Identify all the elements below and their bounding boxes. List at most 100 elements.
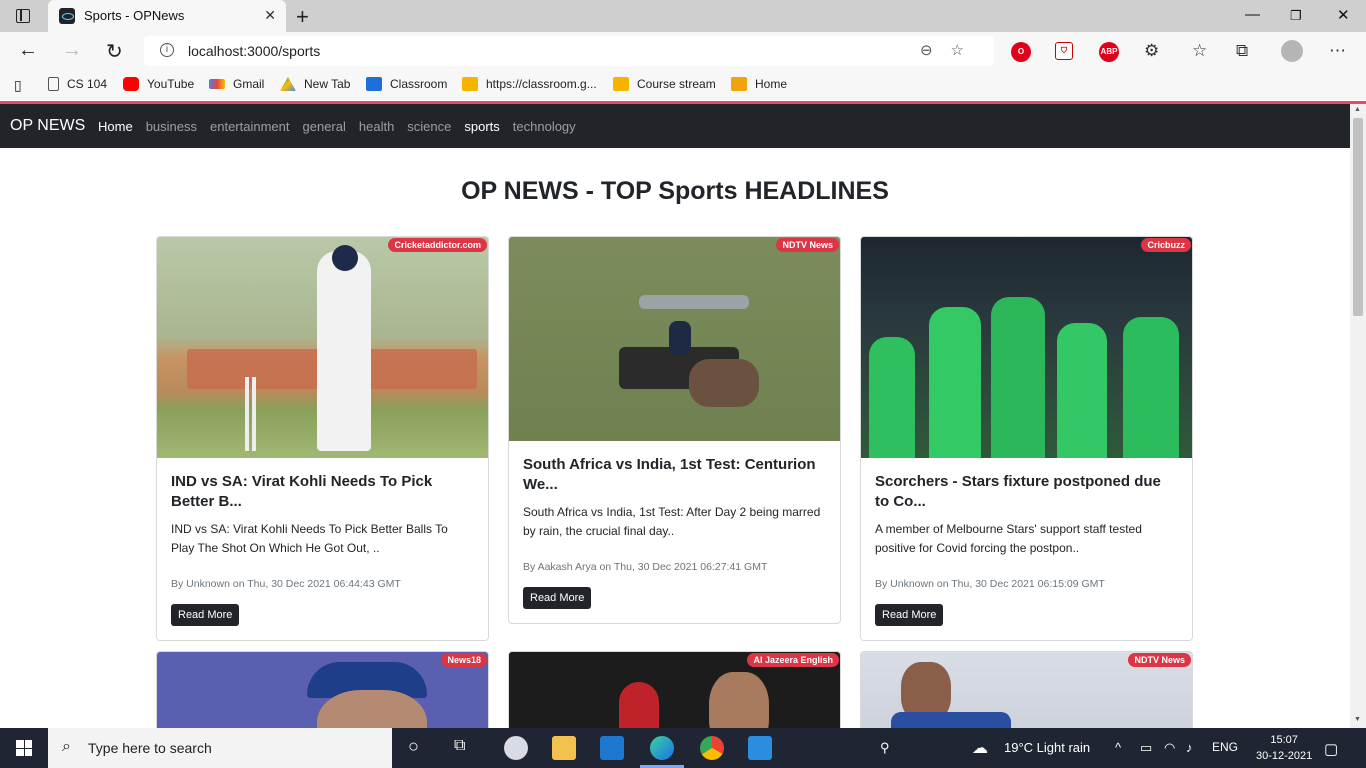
- shield-extension-icon[interactable]: ⛉: [1055, 42, 1073, 60]
- minimize-icon[interactable]: —: [1245, 6, 1260, 23]
- bookmark-newtab[interactable]: New Tab: [280, 77, 350, 91]
- cortana-icon[interactable]: ○: [408, 736, 419, 757]
- news-card: Al Jazeera English: [508, 651, 841, 728]
- page-scrollbar[interactable]: ▲ ▼: [1350, 104, 1366, 728]
- weather-icon[interactable]: ☁: [972, 738, 988, 758]
- forward-icon[interactable]: →: [62, 39, 82, 62]
- profile-avatar[interactable]: [1281, 40, 1303, 62]
- file-explorer-icon[interactable]: [552, 736, 576, 760]
- nav-entertainment[interactable]: entertainment: [210, 119, 290, 134]
- refresh-icon[interactable]: ↻: [106, 39, 123, 64]
- article-meta: By Unknown on Thu, 30 Dec 2021 06:15:09 …: [875, 578, 1105, 590]
- wifi-icon[interactable]: ◠: [1164, 740, 1175, 756]
- windows-taskbar: ⌕ Type here to search ○ ⧉ ⚲ ☁ 19°C Light…: [0, 728, 1366, 768]
- classroom-icon: [366, 77, 382, 91]
- adblock-extension-icon[interactable]: ABP: [1099, 42, 1119, 62]
- read-more-button[interactable]: Read More: [875, 604, 944, 626]
- tab-actions-icon[interactable]: [16, 9, 30, 23]
- site-navbar: OP NEWS Home business entertainment gene…: [0, 104, 1350, 148]
- card-body: Scorchers - Stars fixture postponed due …: [861, 458, 1192, 640]
- browser-tab[interactable]: Sports - OPNews ✕: [48, 0, 286, 32]
- edge-browser-icon[interactable]: [650, 736, 674, 760]
- article-image: Al Jazeera English: [509, 652, 840, 728]
- nav-business[interactable]: business: [146, 119, 197, 134]
- task-view-icon[interactable]: ⧉: [454, 737, 465, 755]
- collections-icon[interactable]: ⧉: [1236, 41, 1248, 61]
- restore-icon[interactable]: ❐: [1290, 8, 1302, 24]
- more-menu-icon[interactable]: ⋯: [1329, 41, 1346, 61]
- player-shape: [1057, 323, 1107, 458]
- back-icon[interactable]: ←: [18, 39, 38, 62]
- url-text[interactable]: localhost:3000/sports: [188, 43, 320, 59]
- nav-sports[interactable]: sports: [464, 119, 499, 134]
- page-title: OP NEWS - TOP Sports HEADLINES: [461, 177, 889, 205]
- read-more-button[interactable]: Read More: [171, 604, 240, 626]
- language-indicator[interactable]: ENG: [1212, 740, 1238, 754]
- notifications-icon[interactable]: ▢: [1324, 740, 1338, 758]
- volume-icon[interactable]: ♪: [1186, 740, 1193, 755]
- extensions-icon[interactable]: ⚙: [1144, 41, 1159, 61]
- article-description: South Africa vs India, 1st Test: After D…: [523, 505, 821, 538]
- nav-home[interactable]: Home: [98, 119, 133, 134]
- mail-icon[interactable]: [600, 736, 624, 760]
- bookmark-course-stream[interactable]: Course stream: [613, 77, 716, 91]
- page-viewport: OP NEWS Home business entertainment gene…: [0, 104, 1350, 728]
- reading-list-icon[interactable]: ▯: [14, 77, 22, 94]
- bookmark-youtube[interactable]: YouTube: [123, 77, 194, 91]
- zoom-and-favorite-icons[interactable]: ⊖☆: [920, 41, 982, 59]
- tab-bar: Sports - OPNews ✕ + — ❐ ✕: [0, 0, 1366, 32]
- people-icon[interactable]: ⚲: [880, 740, 890, 756]
- nav-technology[interactable]: technology: [513, 119, 576, 134]
- window-close-icon[interactable]: ✕: [1337, 6, 1350, 24]
- bookmark-classroom[interactable]: Classroom: [366, 77, 447, 91]
- weather-text[interactable]: 19°C Light rain: [1004, 740, 1090, 755]
- news-card: Cricbuzz Scorchers - Stars fixture postp…: [860, 236, 1193, 641]
- address-toolbar: ← → ↻ i localhost:3000/sports ⊖☆: [0, 32, 1366, 70]
- taskbar-search[interactable]: ⌕ Type here to search: [48, 728, 392, 768]
- site-info-icon[interactable]: i: [160, 43, 174, 57]
- opera-extension-icon[interactable]: O: [1011, 42, 1031, 62]
- vscode-icon[interactable]: [748, 736, 772, 760]
- bookmark-classroom-url[interactable]: https://classroom.g...: [462, 77, 597, 91]
- article-meta: By Aakash Arya on Thu, 30 Dec 2021 06:27…: [523, 561, 768, 573]
- driver-shape: [669, 321, 691, 355]
- paint-app-icon[interactable]: [504, 736, 528, 760]
- article-image: Cricbuzz: [861, 237, 1192, 458]
- news-card: NDTV News South Africa vs India, 1st Tes…: [508, 236, 841, 624]
- search-icon: ⌕: [62, 738, 71, 755]
- bookmark-home[interactable]: Home: [731, 77, 787, 91]
- tray-expand-icon[interactable]: ^: [1115, 740, 1121, 755]
- close-tab-icon[interactable]: ✕: [264, 7, 276, 24]
- scroll-up-icon[interactable]: ▲: [1354, 106, 1361, 113]
- news-card: News18: [156, 651, 489, 728]
- classroom-icon: [462, 77, 478, 91]
- card-body: South Africa vs India, 1st Test: Centuri…: [509, 441, 840, 623]
- player-shape: [991, 297, 1045, 458]
- youtube-icon: [123, 77, 139, 91]
- read-more-button[interactable]: Read More: [523, 587, 592, 609]
- new-tab-icon[interactable]: +: [296, 4, 309, 30]
- system-clock[interactable]: 15:07 30-12-2021: [1256, 732, 1312, 764]
- article-title: South Africa vs India, 1st Test: Centuri…: [523, 456, 816, 493]
- chrome-icon[interactable]: [700, 736, 724, 760]
- bookmark-gmail[interactable]: Gmail: [209, 77, 264, 91]
- source-badge: NDTV News: [776, 238, 839, 252]
- search-placeholder: Type here to search: [88, 740, 212, 756]
- helmet-shape: [332, 245, 358, 271]
- nav-health[interactable]: health: [359, 119, 394, 134]
- scroll-thumb[interactable]: [1353, 118, 1363, 316]
- site-brand[interactable]: OP NEWS: [10, 117, 85, 135]
- battery-icon[interactable]: ▭: [1140, 740, 1152, 756]
- nav-general[interactable]: general: [303, 119, 346, 134]
- address-bar[interactable]: i localhost:3000/sports ⊖☆: [144, 36, 994, 66]
- gmail-icon: [209, 79, 225, 89]
- player-shape: [869, 337, 915, 458]
- windows-start-icon[interactable]: [16, 740, 32, 756]
- arm-shape: [619, 682, 659, 728]
- article-meta: By Unknown on Thu, 30 Dec 2021 06:44:43 …: [171, 578, 401, 590]
- nav-science[interactable]: science: [407, 119, 451, 134]
- drive-icon: [280, 77, 296, 91]
- bookmark-cs104[interactable]: CS 104: [48, 77, 107, 91]
- scroll-down-icon[interactable]: ▼: [1354, 716, 1361, 723]
- favorites-icon[interactable]: ☆: [1192, 41, 1207, 61]
